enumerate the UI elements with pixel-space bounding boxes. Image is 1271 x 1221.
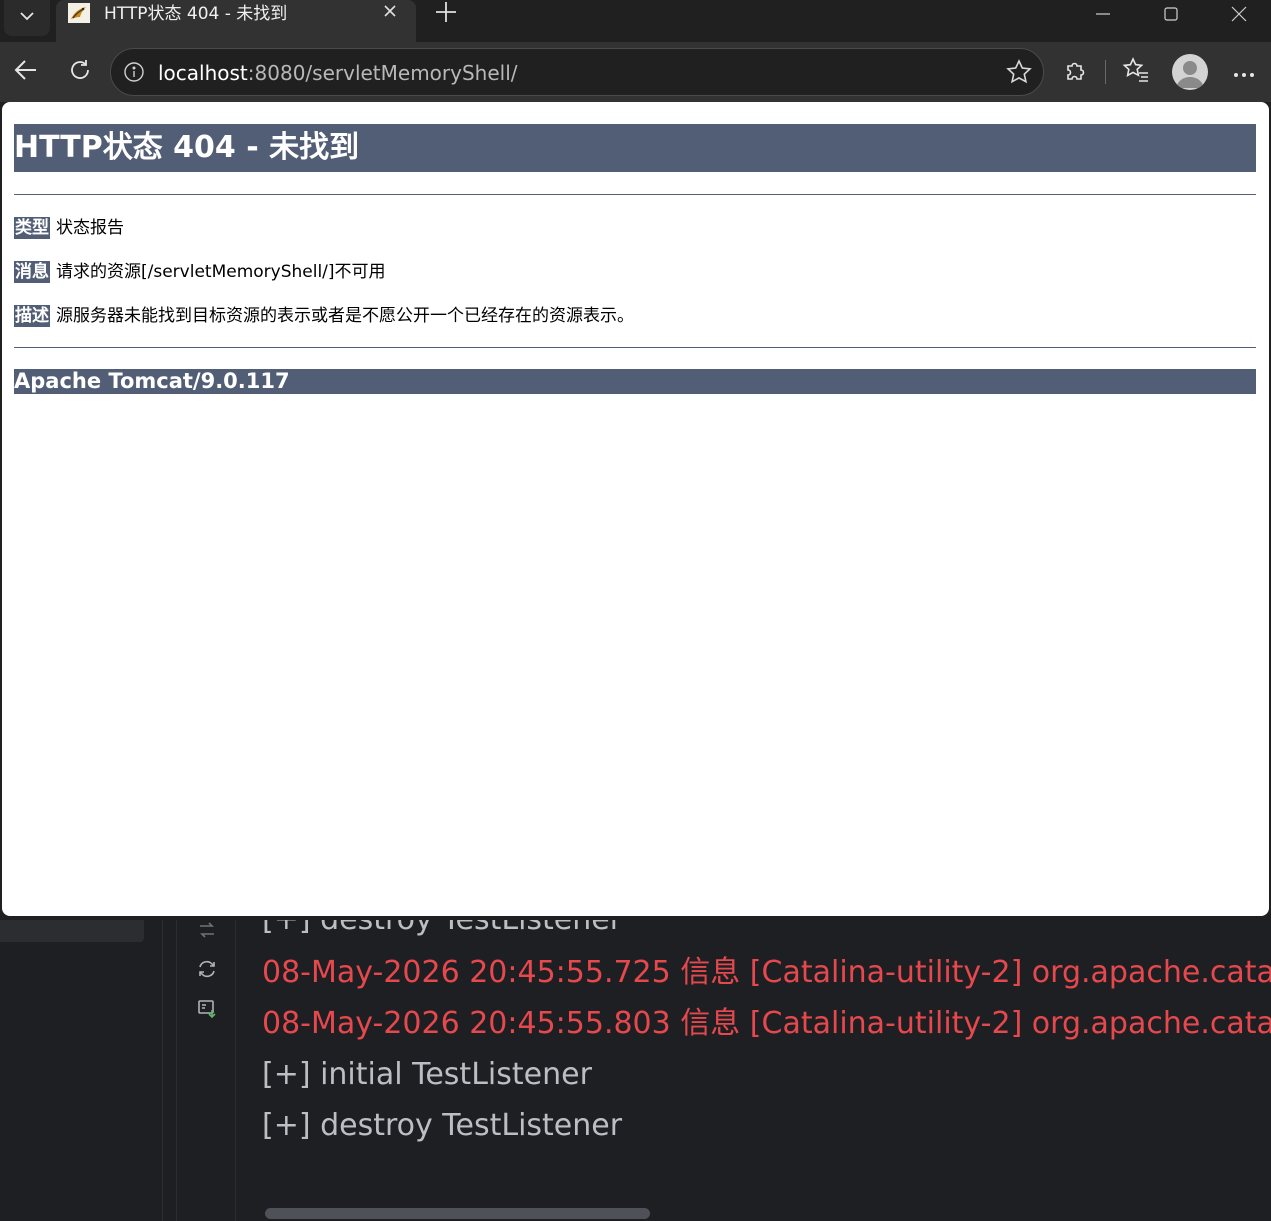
plus-icon xyxy=(435,1,457,27)
url-text[interactable]: localhost:8080/servletMemoryShell/ xyxy=(158,61,518,85)
soft-wrap-icon[interactable] xyxy=(195,920,219,944)
favorites-button[interactable] xyxy=(1118,54,1154,90)
info-label: 消息 xyxy=(14,261,50,283)
info-value: 请求的资源[/servletMemoryShell/]不可用 xyxy=(56,262,386,282)
console-line: [+] destroy TestListener xyxy=(262,1108,623,1143)
run-tool-gutter xyxy=(176,900,236,1221)
ide-divider xyxy=(162,900,163,1221)
refresh-icon xyxy=(68,58,92,86)
console-line: [+] initial TestListener xyxy=(262,1057,592,1092)
server-info: Apache Tomcat/9.0.117 xyxy=(14,369,1256,394)
page-viewport: HTTP状态 404 - 未找到 类型 状态报告 消息 请求的资源[/servlet… xyxy=(2,102,1269,916)
tomcat-error-page: HTTP状态 404 - 未找到 类型 状态报告 消息 请求的资源[/servlet… xyxy=(14,124,1256,394)
divider-line xyxy=(14,347,1256,348)
refresh-button[interactable] xyxy=(62,54,98,90)
address-bar[interactable]: localhost:8080/servletMemoryShell/ xyxy=(110,48,1044,96)
settings-more-button[interactable] xyxy=(1226,54,1262,90)
console-line: 08-May-2026 20:45:55.725 信息 [Catalina-ut… xyxy=(262,955,1271,990)
tab-active[interactable]: HTTP状态 404 - 未找到 xyxy=(56,0,416,42)
toolbar-separator xyxy=(1105,60,1106,84)
error-heading: HTTP状态 404 - 未找到 xyxy=(14,124,1256,172)
chevron-down-icon xyxy=(18,7,36,29)
info-row-type: 类型 状态报告 xyxy=(14,217,1256,239)
console-output: [+] destroy TestListener 08-May-2026 20:… xyxy=(262,900,1271,1200)
info-label: 描述 xyxy=(14,305,50,327)
favorites-star-list-icon xyxy=(1122,56,1150,88)
info-label: 类型 xyxy=(14,217,50,239)
puzzle-icon xyxy=(1063,57,1089,87)
url-path: :8080/servletMemoryShell/ xyxy=(247,61,518,85)
ellipsis-icon xyxy=(1233,63,1255,82)
scroll-to-end-icon[interactable] xyxy=(195,998,219,1022)
console-line: 08-May-2026 20:45:55.803 信息 [Catalina-ut… xyxy=(262,1006,1271,1041)
profile-avatar[interactable] xyxy=(1172,54,1208,90)
tomcat-favicon-icon xyxy=(68,3,90,23)
tab-title: HTTP状态 404 - 未找到 xyxy=(104,4,288,24)
arrow-left-icon xyxy=(13,57,39,87)
tab-strip: HTTP状态 404 - 未找到 xyxy=(0,0,1271,42)
rerun-icon[interactable] xyxy=(195,958,219,982)
minimize-button[interactable] xyxy=(1078,0,1128,28)
tab-actions-button[interactable] xyxy=(4,0,50,36)
info-row-description: 描述 源服务器未能找到目标资源的表示或者是不愿公开一个已经存在的资源表示。 xyxy=(14,305,1256,327)
info-value: 状态报告 xyxy=(56,218,124,238)
info-row-message: 消息 请求的资源[/servletMemoryShell/]不可用 xyxy=(14,261,1256,283)
browser-window: HTTP状态 404 - 未找到 localhost:8080/servletM… xyxy=(0,0,1271,920)
close-tab-button[interactable] xyxy=(380,3,400,23)
back-button[interactable] xyxy=(8,54,44,90)
close-window-button[interactable] xyxy=(1214,0,1264,28)
maximize-button[interactable] xyxy=(1146,0,1196,28)
info-icon[interactable] xyxy=(123,61,145,83)
new-tab-button[interactable] xyxy=(430,0,462,28)
url-host: localhost xyxy=(158,61,248,85)
extensions-button[interactable] xyxy=(1058,54,1094,90)
info-value: 源服务器未能找到目标资源的表示或者是不愿公开一个已经存在的资源表示。 xyxy=(56,306,634,326)
console-horizontal-scrollbar[interactable] xyxy=(265,1208,650,1219)
divider-line xyxy=(14,194,1256,195)
star-icon[interactable] xyxy=(1005,58,1035,88)
browser-toolbar: localhost:8080/servletMemoryShell/ xyxy=(0,42,1271,102)
